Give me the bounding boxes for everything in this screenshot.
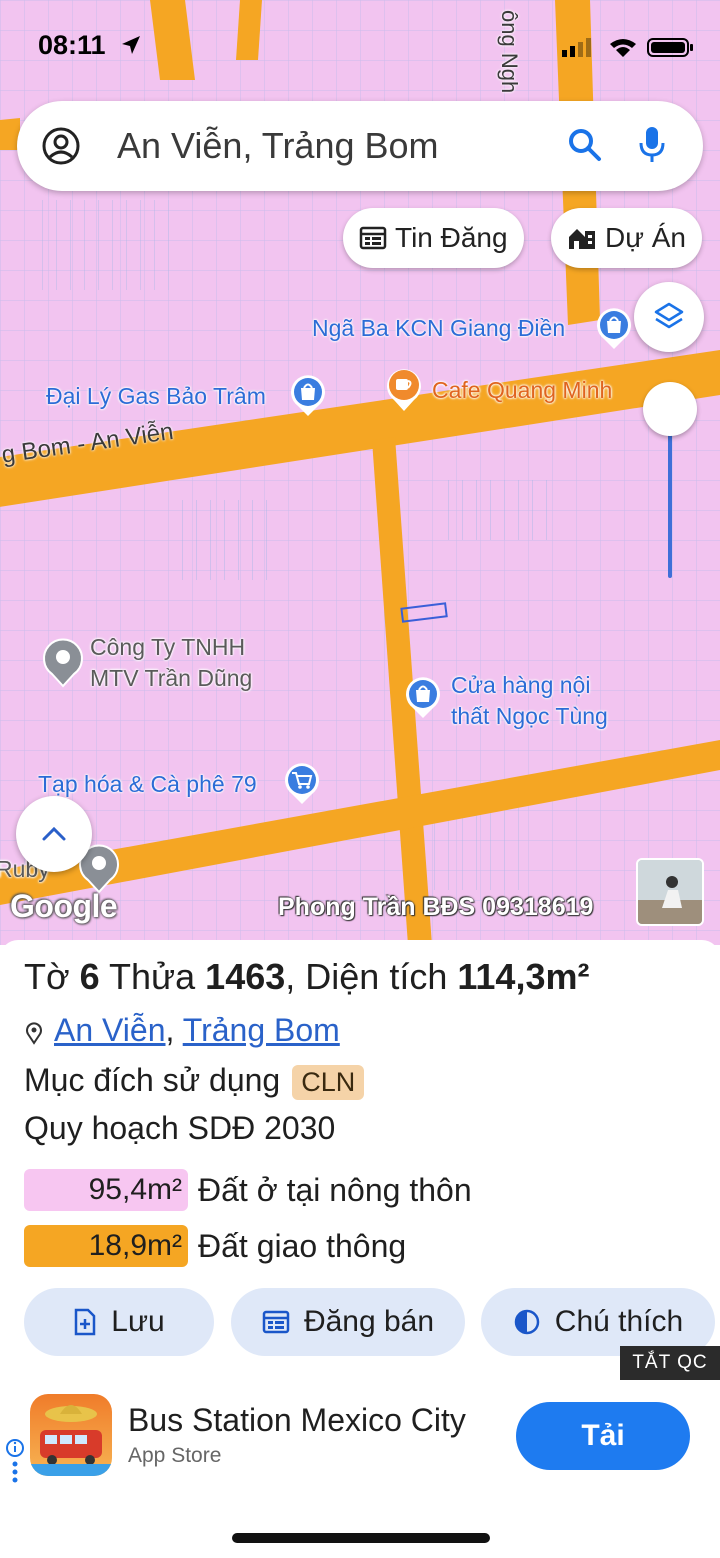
home-indicator[interactable] (232, 1533, 490, 1543)
ad-source: App Store (128, 1444, 222, 1467)
location-arrow-icon (122, 36, 140, 54)
road-label: ông Ngh (497, 10, 522, 94)
google-logo: Google (10, 888, 118, 924)
parcel-title: Tờ 6 Thửa 1463, Diện tích 114,3m² (24, 956, 590, 997)
land-use-area: 95,4m² (24, 1169, 188, 1211)
purpose-code-badge: CLN (292, 1065, 365, 1101)
account-circle-icon[interactable] (41, 126, 81, 166)
post-for-sale-button[interactable]: Đăng bán (231, 1288, 465, 1356)
land-use-row: 18,9m² Đất giao thông (24, 1224, 406, 1268)
parcel-info-panel: Tờ 6 Thửa 1463, Diện tích 114,3m² An Viễ… (0, 940, 720, 1380)
poi-label[interactable]: Cafe Quang Minh (432, 377, 612, 404)
action-label: Đăng bán (303, 1305, 435, 1338)
ad-download-button[interactable]: Tải (516, 1402, 690, 1470)
calendar-post-icon (262, 1310, 290, 1334)
poi-label[interactable]: Công Ty TNHH MTV Trần Dũng (90, 632, 252, 694)
parcel-number: 1463 (205, 956, 286, 997)
zoom-slider-handle[interactable] (643, 382, 697, 436)
search-icon[interactable] (567, 127, 603, 163)
map-view[interactable]: 08:11 An Viễn, Trảng Bom Tin Đăng Dự Án … (0, 0, 720, 945)
shopping-bag-pin-icon[interactable] (288, 372, 328, 418)
parcel-location: An Viễn, Trảng Bom (24, 1012, 340, 1049)
poi-label[interactable]: Tạp hóa & Cà phê 79 (38, 771, 257, 798)
watermark-avatar (636, 858, 704, 926)
status-time: 08:11 (38, 30, 106, 60)
chip-label: Dự Án (605, 222, 686, 253)
land-use-area: 18,9m² (24, 1225, 188, 1267)
chevron-up-icon (42, 826, 66, 841)
coffee-pin-icon[interactable] (384, 365, 424, 413)
action-label: Chú thích (554, 1305, 684, 1338)
area-label: Diện tích (305, 956, 448, 997)
poi-label-line: Cửa hàng nội (451, 672, 591, 698)
contrast-icon (514, 1309, 540, 1335)
location-pin-icon (26, 1021, 42, 1045)
ad-banner[interactable]: Bus Station Mexico City App Store Tải (0, 1380, 720, 1490)
calendar-list-icon (359, 226, 387, 250)
sheet-number: 6 (79, 956, 100, 997)
microphone-icon[interactable] (637, 125, 667, 165)
gray-pin-icon[interactable] (42, 636, 84, 688)
district-link[interactable]: Trảng Bom (183, 1012, 340, 1048)
plan-label: Quy hoạch SDĐ 2030 (24, 1110, 336, 1146)
land-use-label: Đất ở tại nông thôn (198, 1171, 472, 1208)
wifi-icon (610, 39, 636, 57)
sheet-label: Tờ (24, 956, 70, 997)
commune-link[interactable]: An Viễn (54, 1012, 166, 1048)
chip-label: Tin Đăng (395, 222, 508, 253)
ad-info-icon[interactable] (4, 1438, 26, 1488)
chip-du-an[interactable]: Dự Án (551, 208, 702, 268)
area-value: 114,3m² (457, 956, 590, 997)
bookmark-add-icon (75, 1308, 96, 1336)
search-input[interactable]: An Viễn, Trảng Bom (117, 125, 439, 167)
shopping-bag-pin-icon[interactable] (594, 305, 634, 351)
shopping-bag-pin-icon[interactable] (403, 674, 443, 720)
poi-label-line: Công Ty TNHH (90, 634, 246, 660)
shopping-cart-pin-icon[interactable] (282, 760, 322, 806)
parcel-label: Thửa (109, 956, 196, 997)
location-separator: , (165, 1012, 175, 1048)
status-bar: 08:11 (0, 0, 720, 90)
land-use-row: 95,4m² Đất ở tại nông thôn (24, 1168, 472, 1212)
poi-label-line: thất Ngọc Tùng (451, 703, 608, 729)
purpose-label: Mục đích sử dụng (24, 1062, 281, 1098)
building-icon (569, 229, 595, 249)
close-ad-button[interactable]: TẮT QC (620, 1346, 720, 1380)
ad-title[interactable]: Bus Station Mexico City (128, 1402, 466, 1439)
poi-label[interactable]: Ngã Ba KCN Giang Điền (312, 315, 565, 342)
land-use-label: Đất giao thông (198, 1227, 407, 1264)
layers-button[interactable] (634, 282, 704, 352)
search-bar[interactable]: An Viễn, Trảng Bom (17, 101, 703, 191)
ad-app-icon[interactable] (30, 1394, 112, 1476)
chip-tin-dang[interactable]: Tin Đăng (343, 208, 524, 268)
cellular-signal-icon (562, 50, 567, 57)
status-icons (562, 38, 693, 57)
poi-label[interactable]: Cửa hàng nội thất Ngọc Tùng (451, 670, 608, 732)
watermark-text: Phong Trần BĐS 09318619 (278, 893, 594, 921)
action-label: Lưu (111, 1305, 165, 1338)
poi-label-line: MTV Trần Dũng (90, 665, 253, 691)
layers-icon (654, 302, 684, 329)
expand-panel-button[interactable] (16, 796, 92, 872)
poi-label[interactable]: Đại Lý Gas Bảo Trâm (46, 383, 266, 410)
save-button[interactable]: Lưu (24, 1288, 214, 1356)
land-purpose: Mục đích sử dụng CLN (24, 1062, 365, 1101)
